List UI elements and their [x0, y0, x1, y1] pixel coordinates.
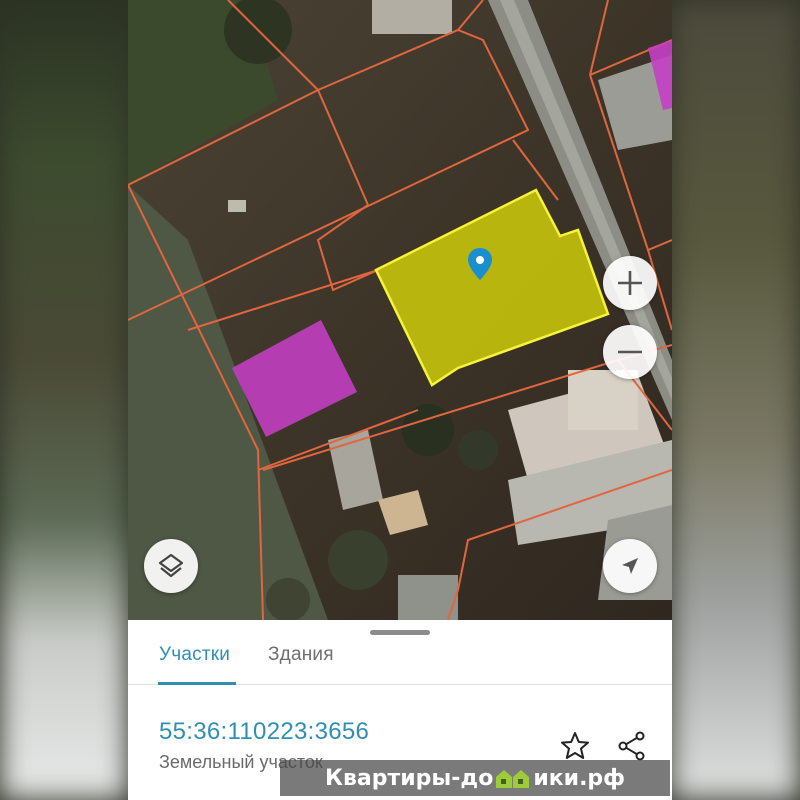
tree: [402, 404, 454, 456]
tree: [266, 578, 310, 620]
tab-bar: Участки Здания: [128, 636, 672, 685]
zoom-out-button[interactable]: [603, 325, 657, 379]
building: [398, 575, 458, 620]
star-outline-icon: [561, 732, 589, 759]
tree: [458, 430, 498, 470]
cadastral-number[interactable]: 55:36:110223:3656: [159, 718, 369, 746]
background-blur-left: [0, 0, 128, 800]
watermark-text: Квартиры-до ики.рф: [325, 766, 625, 791]
tab-buildings[interactable]: Здания: [268, 644, 334, 666]
small-structure: [228, 200, 246, 212]
tree: [328, 530, 388, 590]
site-watermark: Квартиры-до ики.рф: [280, 760, 670, 796]
active-tab-indicator: [158, 682, 236, 685]
zoom-in-button[interactable]: [603, 256, 657, 310]
tab-parcels[interactable]: Участки: [159, 644, 230, 666]
plus-icon: [618, 271, 642, 295]
houses-logo-icon: [496, 770, 530, 788]
navigation-arrow-icon: [622, 558, 638, 574]
watermark-text-part: Квартиры-до: [324, 765, 494, 791]
minus-icon: [618, 350, 642, 354]
my-location-button[interactable]: [603, 539, 657, 593]
share-icon: [618, 731, 645, 761]
sheet-drag-handle[interactable]: [370, 630, 430, 635]
layers-icon: [158, 553, 184, 578]
phone-screen: Участки Здания 55:36:110223:3656 Земельн…: [128, 0, 672, 800]
background-blur-right: [670, 0, 800, 800]
building: [372, 0, 452, 34]
watermark-text-part: ики.рф: [533, 765, 626, 791]
building: [568, 370, 638, 430]
layers-button[interactable]: [144, 539, 198, 593]
map-canvas[interactable]: [128, 0, 672, 620]
satellite-map[interactable]: [128, 0, 672, 620]
